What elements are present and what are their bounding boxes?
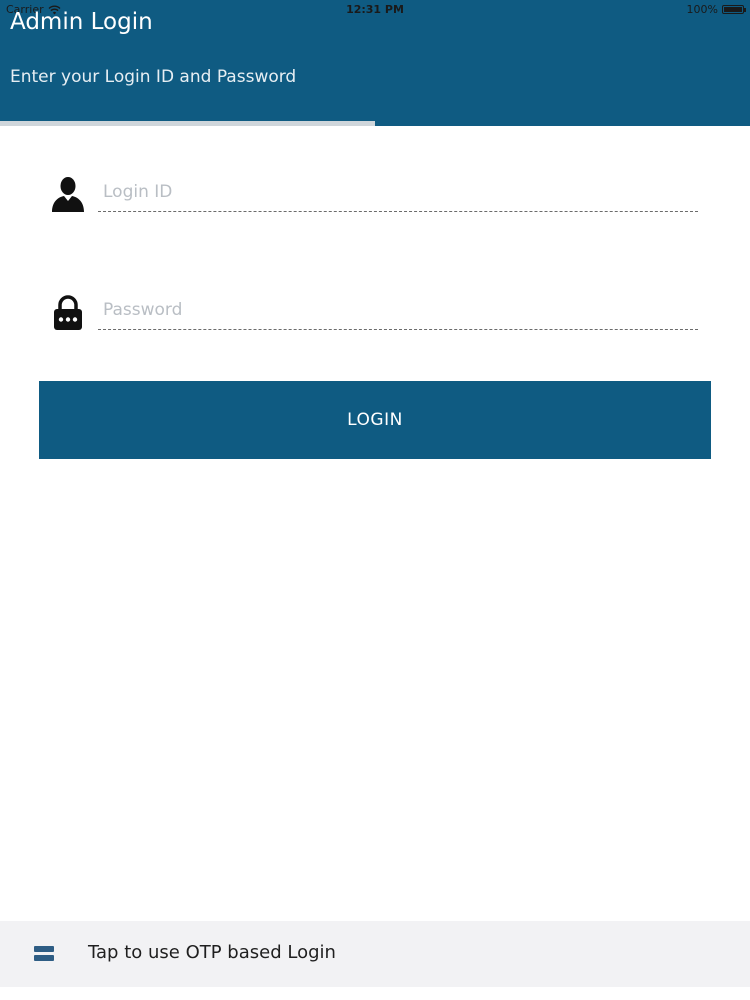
user-icon [48,174,88,214]
admin-login-screen: Carrier 12:31 PM 100% Admin Login Enter … [0,0,750,1000]
password-row [40,290,700,340]
battery-icon [722,5,746,14]
status-battery: 100% [686,3,746,16]
login-button[interactable]: LOGIN [39,381,711,459]
page-subtitle: Enter your Login ID and Password [10,67,297,87]
otp-login-label: Tap to use OTP based Login [88,942,336,963]
progress-bar [0,121,750,126]
menu-icon [34,946,54,963]
otp-login-bar[interactable]: Tap to use OTP based Login [0,921,750,987]
login-id-row [40,172,700,222]
battery-label: 100% [686,3,718,16]
progress-bar-fill [0,121,375,126]
login-id-input[interactable] [98,172,698,212]
lock-icon [48,292,88,332]
header: Carrier 12:31 PM 100% Admin Login Enter … [0,0,750,122]
page-title: Admin Login [10,9,153,35]
password-input[interactable] [98,290,698,330]
